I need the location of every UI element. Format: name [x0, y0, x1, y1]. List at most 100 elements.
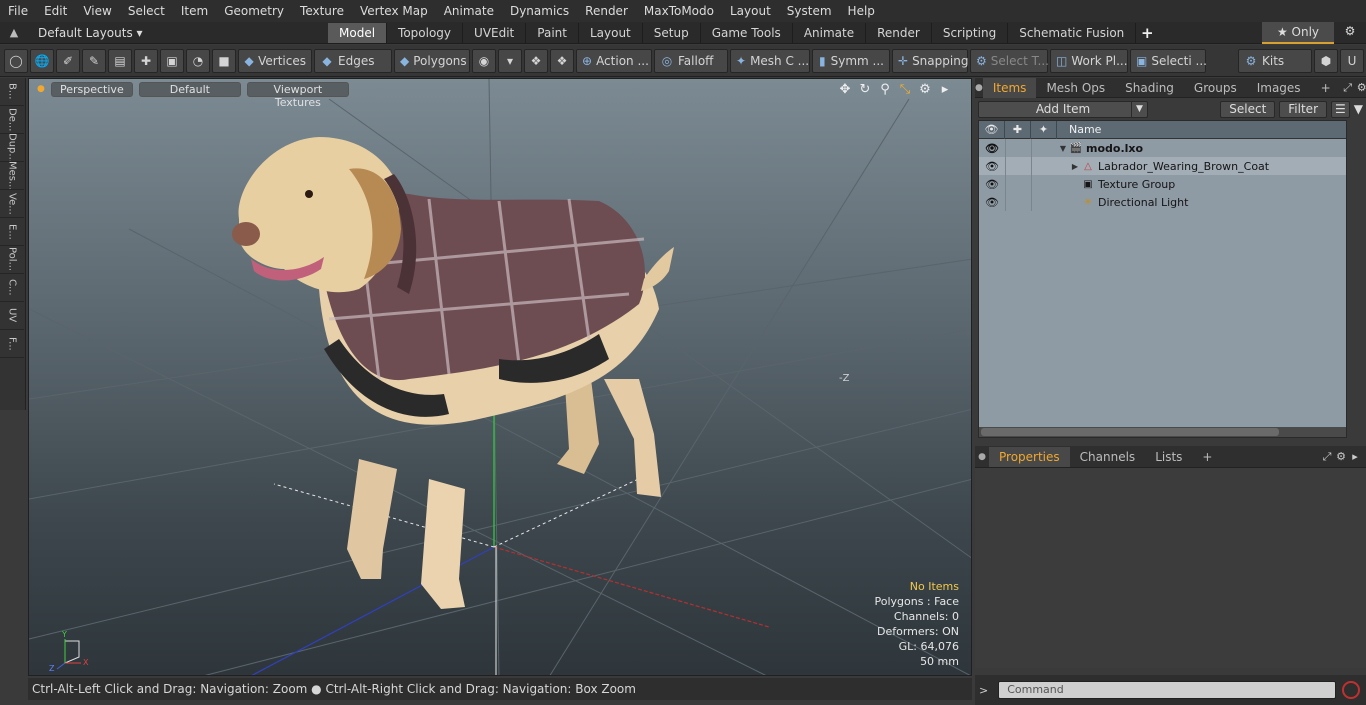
type-column-icon[interactable]: ✦	[1031, 120, 1057, 139]
tab-uvedit[interactable]: UVEdit	[463, 22, 527, 43]
lock-column-icon[interactable]: ✚	[1005, 120, 1031, 139]
tab-topology[interactable]: Topology	[387, 22, 464, 43]
left-tab-basic[interactable]: B...	[0, 78, 24, 106]
brush-icon[interactable]: ✎	[82, 48, 106, 73]
menu-maxtomodo[interactable]: MaxToModo	[636, 0, 722, 22]
symmetry-button[interactable]: ▮ Symm ...	[812, 48, 890, 73]
eye-icon[interactable]: 👁	[979, 142, 1005, 155]
polygons-button[interactable]: ◆ Polygons	[394, 48, 470, 73]
vertices-button[interactable]: ◆ Vertices	[238, 48, 312, 73]
menu-geometry[interactable]: Geometry	[216, 0, 292, 22]
list-item[interactable]: 👁 ▼ 🎬 modo.lxo	[979, 139, 1346, 157]
globe-icon[interactable]: 🌐	[30, 48, 54, 73]
kits-button[interactable]: ⚙ Kits	[1238, 48, 1312, 73]
fit-icon[interactable]: ⤡	[895, 82, 915, 97]
rotate-icon[interactable]: ↻	[855, 82, 875, 97]
left-tab-fusion[interactable]: F...	[0, 330, 24, 358]
action-center-button[interactable]: ⊕ Action ...	[576, 48, 652, 73]
filter-button[interactable]: Filter	[1279, 100, 1327, 118]
collapse-icon[interactable]: ▼	[1057, 144, 1069, 153]
left-tab-duplicate[interactable]: Dup...	[0, 134, 24, 162]
tab-scripting[interactable]: Scripting	[932, 22, 1009, 43]
tab-items[interactable]: Items	[982, 77, 1037, 98]
menu-dynamics[interactable]: Dynamics	[502, 0, 577, 22]
list-item[interactable]: 👁 ▣ Texture Group	[979, 175, 1346, 193]
tab-layout[interactable]: Layout	[579, 22, 643, 43]
props-gear-icon[interactable]: ⚙	[1334, 450, 1348, 464]
add-tab-button[interactable]: +	[1136, 24, 1158, 42]
tab-model[interactable]: Model	[328, 22, 388, 43]
3d-viewport[interactable]: ● Perspective Default Viewport Textures …	[28, 78, 972, 676]
panel-dot-icon[interactable]: ●	[975, 83, 983, 93]
tab-groups[interactable]: Groups	[1184, 78, 1247, 98]
snapping-button[interactable]: ✛ Snapping	[892, 48, 968, 73]
expand-arrow-icon[interactable]: ▶	[1069, 162, 1081, 171]
labrador-model[interactable]	[232, 137, 674, 609]
menu-view[interactable]: View	[75, 0, 119, 22]
layouts-dropdown[interactable]: Default Layouts ▾	[28, 26, 328, 40]
circle-select-icon[interactable]: ◯	[4, 48, 28, 73]
menu-render[interactable]: Render	[577, 0, 636, 22]
eye-icon[interactable]: 👁	[979, 160, 1005, 173]
edges-button[interactable]: ◆ Edges	[314, 48, 392, 73]
viewport-dot-icon[interactable]: ●	[37, 84, 45, 94]
list-item[interactable]: 👁 ▶ △ Labrador_Wearing_Brown_Coat	[979, 157, 1346, 175]
default-style-button[interactable]: Default	[138, 81, 241, 97]
selection-sets-button[interactable]: ▣ Selecti ...	[1130, 48, 1207, 73]
pivot-icon[interactable]: ❖	[524, 48, 548, 73]
unreal-icon[interactable]: U	[1340, 48, 1364, 73]
only-toggle[interactable]: ★ Only	[1262, 22, 1334, 44]
left-tab-curve[interactable]: C...	[0, 274, 24, 302]
funnel-icon[interactable]: ▼	[1354, 102, 1363, 116]
left-tab-edge[interactable]: E...	[0, 218, 24, 246]
add-item-dropdown[interactable]: Add Item ▼	[978, 100, 1148, 118]
eye-icon[interactable]: 👁	[979, 178, 1005, 191]
menu-system[interactable]: System	[779, 0, 840, 22]
tab-render[interactable]: Render	[866, 22, 932, 43]
cube-icon[interactable]: ■	[212, 48, 236, 73]
menu-vertex-map[interactable]: Vertex Map	[352, 0, 436, 22]
move-icon[interactable]: ✥	[835, 82, 855, 97]
add-panel-tab-button[interactable]: +	[1311, 78, 1341, 98]
command-input[interactable]: Command	[998, 681, 1337, 699]
pen-icon[interactable]: ✐	[56, 48, 80, 73]
menu-help[interactable]: Help	[840, 0, 883, 22]
select-through-button[interactable]: ⚙ Select T...	[970, 48, 1049, 73]
gear-icon[interactable]: ⚙	[1340, 24, 1360, 42]
layout-collapse-icon[interactable]: ▲	[0, 26, 28, 39]
viewport-arrow-icon[interactable]: ▸	[935, 82, 955, 97]
add-props-tab-button[interactable]: +	[1192, 447, 1222, 467]
menu-select[interactable]: Select	[120, 0, 173, 22]
tab-game-tools[interactable]: Game Tools	[701, 22, 793, 43]
left-tab-deform[interactable]: De...	[0, 106, 24, 134]
panel-gear-icon[interactable]: ⚙	[1355, 81, 1366, 95]
center-pivot-icon[interactable]: ❖	[550, 48, 574, 73]
menu-file[interactable]: File	[0, 0, 36, 22]
menu-edit[interactable]: Edit	[36, 0, 75, 22]
tab-mesh-ops[interactable]: Mesh Ops	[1036, 78, 1115, 98]
left-tab-mesh[interactable]: Mes...	[0, 162, 24, 190]
menu-animate[interactable]: Animate	[436, 0, 502, 22]
zoom-icon[interactable]: ⚲	[875, 82, 895, 97]
work-plane-button[interactable]: ◫ Work Pl...	[1050, 48, 1128, 73]
tab-schematic-fusion[interactable]: Schematic Fusion	[1008, 22, 1137, 43]
tab-animate[interactable]: Animate	[793, 22, 867, 43]
left-tab-vertex[interactable]: Ve...	[0, 190, 24, 218]
tab-shading[interactable]: Shading	[1115, 78, 1184, 98]
select-button[interactable]: Select	[1220, 100, 1276, 118]
tab-properties[interactable]: Properties	[989, 446, 1070, 467]
align-icon[interactable]: ▤	[108, 48, 132, 73]
visibility-column-icon[interactable]: 👁	[979, 120, 1005, 139]
mesh-constraints-button[interactable]: ✦ Mesh C ...	[730, 48, 810, 73]
menu-item[interactable]: Item	[173, 0, 216, 22]
command-history-icon[interactable]: >	[979, 684, 988, 697]
expand-icon[interactable]: ⤢	[1341, 81, 1355, 95]
left-tab-polygon[interactable]: Pol...	[0, 246, 24, 274]
name-column-header[interactable]: Name	[1057, 123, 1101, 136]
menu-layout[interactable]: Layout	[722, 0, 779, 22]
falloff-button[interactable]: ◎ Falloff	[654, 48, 728, 73]
unity-icon[interactable]: ⬢	[1314, 48, 1338, 73]
left-tab-uv[interactable]: UV	[0, 302, 24, 330]
viewport-gear-icon[interactable]: ⚙	[915, 82, 935, 97]
snap-target-icon[interactable]: ▣	[160, 48, 184, 73]
